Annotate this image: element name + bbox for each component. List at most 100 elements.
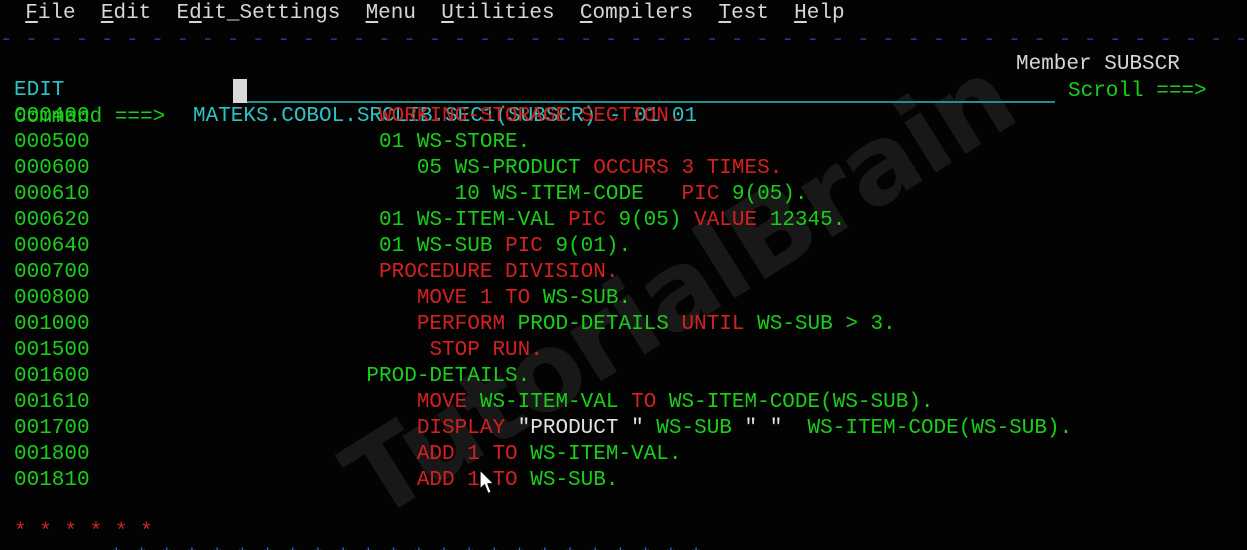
code-line[interactable]: 000500 01 WS-STORE. — [0, 130, 1247, 156]
code-token: 01 WS-STORE. — [379, 131, 531, 154]
code-token: PROCEDURE DIVISION. — [379, 261, 619, 284]
code-line-text[interactable]: DISPLAY "PRODUCT " WS-SUB " " WS-ITEM-CO… — [253, 416, 1072, 442]
code-line-text[interactable]: ADD 1 TO WS-SUB. — [253, 468, 619, 494]
menu-item-edit[interactable]: Edit — [101, 1, 151, 27]
line-number[interactable]: 001800 — [14, 442, 90, 468]
code-line-text[interactable]: ADD 1 TO WS-ITEM-VAL. — [253, 442, 682, 468]
code-line[interactable]: 000600 05 WS-PRODUCT OCCURS 3 TIMES. — [0, 156, 1247, 182]
code-line[interactable]: 000620 01 WS-ITEM-VAL PIC 9(05) VALUE 12… — [0, 208, 1247, 234]
bod-stars-left: * * * * * * — [14, 521, 153, 544]
code-line[interactable]: 001500 STOP RUN. — [0, 338, 1247, 364]
command-input-underline — [233, 101, 1055, 103]
code-token: STOP RUN. — [429, 339, 543, 362]
code-line[interactable]: 000610 10 WS-ITEM-CODE PIC 9(05). — [0, 182, 1247, 208]
code-line[interactable]: 001000 PERFORM PROD-DETAILS UNTIL WS-SUB… — [0, 312, 1247, 338]
command-input[interactable] — [233, 79, 247, 103]
code-line[interactable]: 001810 ADD 1 TO WS-SUB. — [0, 468, 1247, 494]
line-number[interactable]: 000400 — [14, 104, 90, 130]
line-number[interactable]: 000620 — [14, 208, 90, 234]
code-line[interactable]: 001610 MOVE WS-ITEM-VAL TO WS-ITEM-CODE(… — [0, 390, 1247, 416]
code-token: WS-ITEM-VAL — [479, 391, 632, 414]
code-line-text[interactable]: 01 WS-SUB PIC 9(01). — [253, 234, 631, 260]
menu-spacer — [76, 1, 101, 27]
code-token: WS-SUB. — [542, 287, 632, 310]
code-line-text[interactable]: 05 WS-PRODUCT OCCURS 3 TIMES. — [253, 156, 782, 182]
code-token: MOVE 1 TO — [416, 287, 543, 310]
code-line-text[interactable]: PERFORM PROD-DETAILS UNTIL WS-SUB > 3. — [253, 312, 896, 338]
menu-item-file[interactable]: File — [25, 1, 75, 27]
code-token: 05 WS-PRODUCT — [416, 157, 594, 180]
menu-mnemonic: H — [794, 1, 807, 25]
code-line-text[interactable]: 01 WS-STORE. — [253, 130, 530, 156]
code-line[interactable]: 000400 WORKING-STORAGE SECTION. — [0, 104, 1247, 130]
line-number[interactable]: 001500 — [14, 338, 90, 364]
code-line[interactable]: 000700 PROCEDURE DIVISION. — [0, 260, 1247, 286]
code-line[interactable]: 001800 ADD 1 TO WS-ITEM-VAL. — [0, 442, 1247, 468]
code-line-text[interactable]: PROD-DETAILS. — [253, 364, 530, 390]
code-token: VALUE — [694, 209, 758, 232]
code-token: PIC — [681, 183, 720, 206]
code-token: 10 WS-ITEM-CODE — [454, 183, 682, 206]
line-number[interactable]: 000800 — [14, 286, 90, 312]
code-line[interactable]: 001700 DISPLAY "PRODUCT " WS-SUB " " WS-… — [0, 416, 1247, 442]
code-token: 01 WS-ITEM-VAL — [379, 209, 569, 232]
menu-mnemonic: E — [100, 1, 114, 25]
code-token: " " — [744, 417, 783, 440]
menu-bar: File Edit Edit_Settings Menu Utilities C… — [0, 0, 1247, 27]
code-line-text[interactable]: WORKING-STORAGE SECTION. — [253, 104, 681, 130]
menu-item-help[interactable]: Help — [794, 1, 844, 27]
line-number[interactable]: 000600 — [14, 156, 90, 182]
code-token: PROD-DETAILS. — [366, 365, 531, 388]
code-line-text[interactable]: MOVE WS-ITEM-VAL TO WS-ITEM-CODE(WS-SUB)… — [253, 390, 934, 416]
menu-item-edit-settings[interactable]: Edit_Settings — [177, 1, 341, 27]
code-line-text[interactable]: 01 WS-ITEM-VAL PIC 9(05) VALUE 12345. — [253, 208, 845, 234]
code-token: UNTIL — [681, 313, 758, 336]
code-token: 9(01). — [542, 235, 632, 258]
code-line-text[interactable]: MOVE 1 TO WS-SUB. — [253, 286, 631, 312]
line-number[interactable]: 001810 — [14, 468, 90, 494]
code-line-text[interactable]: 10 WS-ITEM-CODE PIC 9(05). — [253, 182, 808, 208]
menu-item-utilities[interactable]: Utilities — [441, 1, 554, 27]
menu-spacer — [769, 1, 794, 27]
line-number[interactable]: 001700 — [14, 416, 90, 442]
code-token: WS-SUB. — [530, 469, 619, 492]
code-line[interactable]: 001600 PROD-DETAILS. — [0, 364, 1247, 390]
menu-item-compilers[interactable]: Compilers — [580, 1, 693, 27]
code-token: WS-ITEM-CODE(WS-SUB). — [668, 391, 934, 414]
line-number[interactable]: 001600 — [14, 364, 90, 390]
menu-spacer — [555, 1, 580, 27]
bod-stars-mid: * * * * * * * * * * * * * * * * * * * * … — [110, 546, 702, 550]
line-number[interactable]: 001610 — [14, 390, 90, 416]
code-editor-area[interactable]: 000400 WORKING-STORAGE SECTION. 000500 01… — [0, 104, 1247, 494]
menu-spacer — [416, 1, 441, 27]
line-number[interactable]: 000500 — [14, 130, 90, 156]
menu-separator: - - - - - - - - - - - - - - - - - - - - … — [0, 29, 1247, 46]
code-line[interactable]: 000640 01 WS-SUB PIC 9(01). — [0, 234, 1247, 260]
code-line[interactable]: 000800 MOVE 1 TO WS-SUB. — [0, 286, 1247, 312]
line-number[interactable]: 000700 — [14, 260, 90, 286]
code-token: 01 WS-SUB — [379, 235, 506, 258]
menu-item-menu[interactable]: Menu — [366, 1, 416, 27]
bottom-of-data-line: * * * * * * * * * * * * * * * * * * * * … — [0, 494, 1247, 550]
code-token: ADD 1 TO — [416, 443, 531, 466]
code-line-text[interactable]: PROCEDURE DIVISION. — [253, 260, 618, 286]
line-number[interactable]: 000640 — [14, 234, 90, 260]
menu-mnemonic: d — [189, 1, 202, 25]
code-line-text[interactable]: STOP RUN. — [253, 338, 543, 364]
code-token: MOVE — [416, 391, 480, 414]
menu-mnemonic: T — [718, 1, 732, 25]
menu-item-test[interactable]: Test — [719, 1, 769, 27]
line-number[interactable]: 000610 — [14, 182, 90, 208]
menu-spacer — [340, 1, 365, 27]
line-number[interactable]: 001000 — [14, 312, 90, 338]
